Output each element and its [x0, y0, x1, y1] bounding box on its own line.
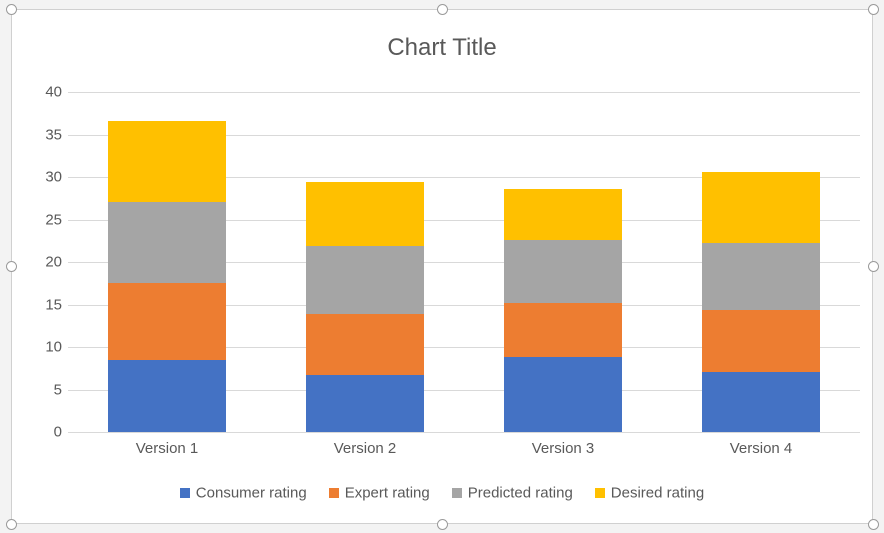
- bar-column[interactable]: [504, 189, 622, 432]
- resize-handle-top-right[interactable]: [868, 4, 879, 15]
- bar-segment[interactable]: [702, 310, 820, 372]
- bar-column[interactable]: [702, 172, 820, 432]
- resize-handle-right[interactable]: [868, 261, 879, 272]
- resize-handle-left[interactable]: [6, 261, 17, 272]
- bar-segment[interactable]: [306, 375, 424, 432]
- y-axis-tick: 15: [26, 296, 62, 313]
- legend-swatch: [180, 488, 190, 498]
- chart-title[interactable]: Chart Title: [12, 34, 872, 62]
- bar-segment[interactable]: [702, 372, 820, 432]
- y-axis-tick: 35: [26, 126, 62, 143]
- x-axis-label: Version 4: [661, 440, 861, 457]
- bar-column[interactable]: [108, 121, 226, 432]
- legend-swatch: [329, 488, 339, 498]
- resize-handle-bottom[interactable]: [437, 519, 448, 530]
- x-axis-label: Version 2: [265, 440, 465, 457]
- bar-segment[interactable]: [306, 314, 424, 375]
- bar-segment[interactable]: [504, 303, 622, 357]
- y-axis-tick: 20: [26, 254, 62, 271]
- y-axis-tick: 40: [26, 84, 62, 101]
- bar-segment[interactable]: [504, 357, 622, 432]
- legend-label[interactable]: Predicted rating: [468, 485, 573, 502]
- legend-label[interactable]: Expert rating: [345, 485, 430, 502]
- legend[interactable]: Consumer rating Expert rating Predicted ra…: [12, 484, 872, 502]
- bar-segment[interactable]: [108, 121, 226, 202]
- legend-label[interactable]: Desired rating: [611, 485, 704, 502]
- bar-segment[interactable]: [306, 246, 424, 314]
- chart-frame[interactable]: Chart Title 0510152025303540 Version 1Ve…: [11, 9, 873, 524]
- legend-label[interactable]: Consumer rating: [196, 485, 307, 502]
- y-axis-tick: 0: [26, 424, 62, 441]
- y-axis-tick: 25: [26, 211, 62, 228]
- y-axis-tick: 5: [26, 381, 62, 398]
- x-axis-label: Version 1: [67, 440, 267, 457]
- resize-handle-bottom-right[interactable]: [868, 519, 879, 530]
- resize-handle-bottom-left[interactable]: [6, 519, 17, 530]
- bar-segment[interactable]: [306, 182, 424, 246]
- resize-handle-top[interactable]: [437, 4, 448, 15]
- chart-stage: Chart Title 0510152025303540 Version 1Ve…: [0, 0, 884, 533]
- plot-area[interactable]: [68, 92, 860, 433]
- bar-segment[interactable]: [702, 172, 820, 243]
- resize-handle-top-left[interactable]: [6, 4, 17, 15]
- bar-column[interactable]: [306, 182, 424, 432]
- legend-swatch: [595, 488, 605, 498]
- bar-segment[interactable]: [504, 240, 622, 303]
- bar-segment[interactable]: [702, 243, 820, 309]
- bar-segment[interactable]: [108, 360, 226, 432]
- x-axis-label: Version 3: [463, 440, 663, 457]
- y-axis-tick: 10: [26, 339, 62, 356]
- gridline: [68, 92, 860, 93]
- legend-swatch: [452, 488, 462, 498]
- bar-segment[interactable]: [108, 283, 226, 360]
- bar-segment[interactable]: [504, 189, 622, 240]
- bar-segment[interactable]: [108, 202, 226, 284]
- y-axis-tick: 30: [26, 169, 62, 186]
